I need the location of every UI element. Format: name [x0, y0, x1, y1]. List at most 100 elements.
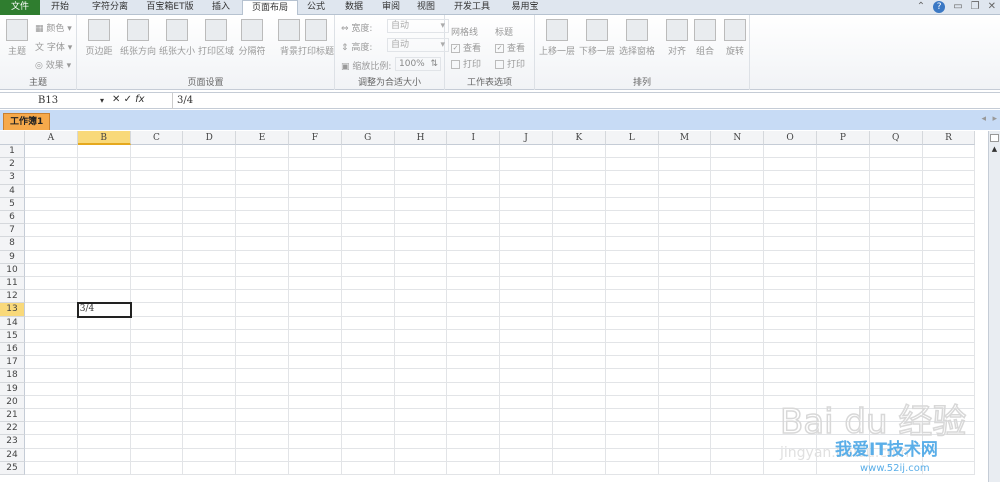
cell[interactable]: [817, 343, 870, 357]
column-header-P[interactable]: P: [817, 131, 870, 145]
column-header-H[interactable]: H: [394, 131, 448, 145]
cell[interactable]: [500, 224, 553, 238]
cell[interactable]: [447, 435, 501, 449]
cell[interactable]: [183, 343, 237, 357]
cell[interactable]: [236, 277, 289, 291]
cell[interactable]: [447, 395, 501, 409]
cell[interactable]: [817, 197, 870, 211]
cell[interactable]: [394, 158, 448, 172]
cell[interactable]: [394, 461, 448, 475]
tab-9[interactable]: 视图: [408, 0, 444, 15]
column-header-F[interactable]: F: [289, 131, 342, 145]
cell[interactable]: [764, 448, 817, 462]
cell[interactable]: [183, 171, 237, 185]
cell[interactable]: [236, 395, 289, 409]
cell[interactable]: [500, 158, 553, 172]
vertical-scrollbar[interactable]: ▲: [988, 131, 1000, 482]
cell[interactable]: [25, 369, 78, 383]
cell[interactable]: [394, 316, 448, 330]
cell[interactable]: [25, 184, 78, 198]
cell[interactable]: [289, 316, 342, 330]
cell[interactable]: [553, 329, 606, 343]
column-header-R[interactable]: R: [922, 131, 976, 145]
cell[interactable]: [711, 369, 765, 383]
cell[interactable]: [922, 448, 976, 462]
cell[interactable]: [817, 435, 870, 449]
colors-button[interactable]: ▦ 颜色 ▾: [35, 21, 72, 34]
cell[interactable]: [394, 290, 448, 304]
cell[interactable]: [236, 329, 289, 343]
tab-0[interactable]: 文件: [0, 0, 40, 15]
cell[interactable]: [764, 369, 817, 383]
cell[interactable]: [25, 343, 78, 357]
cell[interactable]: [711, 224, 765, 238]
cell[interactable]: [447, 145, 501, 159]
cell[interactable]: [869, 237, 923, 251]
cell[interactable]: [817, 316, 870, 330]
cell[interactable]: [130, 277, 184, 291]
cell[interactable]: [289, 158, 342, 172]
row-header-14[interactable]: 14: [0, 316, 25, 330]
cell[interactable]: [500, 435, 553, 449]
cell[interactable]: [658, 237, 712, 251]
cell[interactable]: [764, 422, 817, 436]
cell[interactable]: [869, 250, 923, 264]
cell[interactable]: [869, 197, 923, 211]
cell[interactable]: [77, 250, 131, 264]
cell[interactable]: [605, 290, 659, 304]
cell[interactable]: [236, 171, 289, 185]
cell[interactable]: [447, 224, 501, 238]
tab-11[interactable]: 易用宝: [500, 0, 550, 15]
cell[interactable]: [658, 356, 712, 370]
cell[interactable]: [869, 171, 923, 185]
cell[interactable]: [817, 211, 870, 225]
cell[interactable]: [500, 263, 553, 277]
cell[interactable]: [817, 382, 870, 396]
cell[interactable]: [289, 422, 342, 436]
help-icon[interactable]: ?: [933, 1, 946, 13]
cell[interactable]: [711, 250, 765, 264]
cell[interactable]: [922, 263, 976, 277]
cell[interactable]: [711, 145, 765, 159]
cell[interactable]: [922, 395, 976, 409]
cell[interactable]: [553, 448, 606, 462]
cell[interactable]: [869, 263, 923, 277]
cell[interactable]: [658, 316, 712, 330]
cell[interactable]: [922, 461, 976, 475]
cell[interactable]: [183, 356, 237, 370]
cell[interactable]: [289, 197, 342, 211]
cell[interactable]: [25, 316, 78, 330]
cell[interactable]: [236, 145, 289, 159]
cell[interactable]: [236, 184, 289, 198]
minimize-icon[interactable]: ▭: [953, 1, 962, 13]
cell[interactable]: [553, 277, 606, 291]
cell[interactable]: [500, 290, 553, 304]
row-header-21[interactable]: 21: [0, 409, 25, 423]
cell[interactable]: [869, 461, 923, 475]
cell[interactable]: [605, 409, 659, 423]
cell[interactable]: [447, 316, 501, 330]
cell[interactable]: [130, 356, 184, 370]
cell[interactable]: [130, 237, 184, 251]
cell[interactable]: [289, 290, 342, 304]
cell[interactable]: [817, 184, 870, 198]
cell[interactable]: [869, 211, 923, 225]
cell[interactable]: [922, 329, 976, 343]
cell[interactable]: [869, 409, 923, 423]
cell[interactable]: [553, 237, 606, 251]
cell[interactable]: [394, 435, 448, 449]
cell[interactable]: [447, 237, 501, 251]
cell[interactable]: [289, 382, 342, 396]
cell[interactable]: [77, 329, 131, 343]
cell[interactable]: [25, 422, 78, 436]
cell[interactable]: [289, 409, 342, 423]
cell[interactable]: [711, 211, 765, 225]
cell[interactable]: [77, 197, 131, 211]
cell[interactable]: [341, 145, 395, 159]
cell[interactable]: [817, 250, 870, 264]
cell[interactable]: [394, 356, 448, 370]
cell[interactable]: [922, 158, 976, 172]
cell[interactable]: [394, 369, 448, 383]
cell[interactable]: [77, 343, 131, 357]
cell[interactable]: [500, 211, 553, 225]
